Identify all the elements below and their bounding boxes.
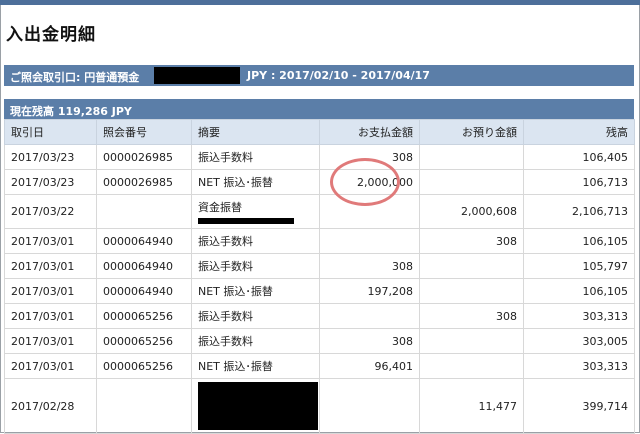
cell-desc: 振込手数料: [191, 228, 320, 254]
cell-balance: 106,713: [523, 169, 635, 195]
table-row: 2017/03/22 資金振替 2,000,608 2,106,713: [4, 194, 635, 229]
table-row: 2017/02/28 11,477 399,714: [4, 378, 635, 434]
cell-date: 2017/03/01: [4, 228, 97, 254]
cell-balance: 106,405: [523, 144, 635, 170]
cell-date: 2017/03/01: [4, 278, 97, 304]
table-row: 2017/03/01 0000064940 振込手数料 308 106,105: [4, 228, 635, 254]
cell-deposit: 308: [419, 228, 524, 254]
cell-deposit: [419, 278, 524, 304]
cell-ref: 0000065256: [96, 303, 192, 329]
cell-ref: 0000064940: [96, 278, 192, 304]
table-row: 2017/03/01 0000065256 NET 振込･振替 96,401 3…: [4, 353, 635, 379]
cell-balance: 106,105: [523, 228, 635, 254]
table-row: 2017/03/01 0000064940 NET 振込･振替 197,208 …: [4, 278, 635, 304]
cell-date: 2017/03/23: [4, 169, 97, 195]
page-title: 入出金明細: [6, 25, 96, 45]
cell-ref: 0000026985: [96, 169, 192, 195]
annotation-circle: [330, 158, 400, 206]
cell-desc: 資金振替: [191, 194, 320, 229]
cell-payment: 308: [319, 328, 420, 354]
cell-ref: 0000064940: [96, 253, 192, 279]
balance-bar: 現在残高 119,286 JPY: [4, 99, 634, 119]
redacted-description: [198, 382, 318, 430]
col-header-ref: 照会番号: [96, 119, 192, 145]
cell-ref: 0000065256: [96, 353, 192, 379]
col-header-payment: お支払金額: [319, 119, 420, 145]
col-header-date: 取引日: [4, 119, 97, 145]
cell-deposit: 2,000,608: [419, 194, 524, 229]
period-label: JPY : 2017/02/10 - 2017/04/17: [247, 69, 430, 82]
cell-ref: 0000026985: [96, 144, 192, 170]
col-header-balance: 残高: [523, 119, 635, 145]
cell-date: 2017/02/28: [4, 378, 97, 434]
account-bar: ご照会取引口: 円普通預金 JPY : 2017/02/10 - 2017/04…: [4, 65, 634, 86]
cell-date: 2017/03/01: [4, 353, 97, 379]
redacted-counterparty: [198, 218, 294, 224]
account-label: ご照会取引口: 円普通預金: [10, 71, 140, 84]
cell-balance: 106,105: [523, 278, 635, 304]
cell-balance: 2,106,713: [523, 194, 635, 229]
cell-desc: [191, 378, 320, 434]
cell-desc: 振込手数料: [191, 144, 320, 170]
transactions-table: 取引日 照会番号 摘要 お支払金額 お預り金額 残高 2017/03/23 00…: [4, 119, 635, 434]
table-row: 2017/03/01 0000065256 振込手数料 308 303,005: [4, 328, 635, 354]
cell-deposit: 308: [419, 303, 524, 329]
cell-desc: 振込手数料: [191, 303, 320, 329]
cell-date: 2017/03/23: [4, 144, 97, 170]
cell-deposit: [419, 253, 524, 279]
cell-desc: NET 振込･振替: [191, 353, 320, 379]
table-row: 2017/03/01 0000065256 振込手数料 308 303,313: [4, 303, 635, 329]
cell-date: 2017/03/22: [4, 194, 97, 229]
cell-date: 2017/03/01: [4, 253, 97, 279]
table-row: 2017/03/23 0000026985 振込手数料 308 106,405: [4, 144, 635, 170]
cell-payment: 197,208: [319, 278, 420, 304]
redacted-account-number: [154, 67, 240, 84]
cell-balance: 399,714: [523, 378, 635, 434]
table-header-row: 取引日 照会番号 摘要 お支払金額 お預り金額 残高: [4, 119, 635, 145]
cell-balance: 303,005: [523, 328, 635, 354]
current-balance: 現在残高 119,286 JPY: [10, 105, 132, 118]
cell-desc: NET 振込･振替: [191, 169, 320, 195]
cell-deposit: [419, 353, 524, 379]
col-header-desc: 摘要: [191, 119, 320, 145]
cell-ref: [96, 194, 192, 229]
cell-date: 2017/03/01: [4, 328, 97, 354]
cell-desc-text: 資金振替: [198, 201, 242, 214]
cell-payment: 308: [319, 253, 420, 279]
cell-deposit: [419, 144, 524, 170]
cell-ref: 0000064940: [96, 228, 192, 254]
cell-ref: 0000065256: [96, 328, 192, 354]
cell-payment: 96,401: [319, 353, 420, 379]
cell-balance: 303,313: [523, 353, 635, 379]
cell-payment: [319, 378, 420, 434]
cell-payment: [319, 228, 420, 254]
cell-payment: [319, 303, 420, 329]
cell-balance: 105,797: [523, 253, 635, 279]
cell-date: 2017/03/01: [4, 303, 97, 329]
cell-deposit: 11,477: [419, 378, 524, 434]
cell-ref: [96, 378, 192, 434]
table-row: 2017/03/23 0000026985 NET 振込･振替 2,000,00…: [4, 169, 635, 195]
table-row: 2017/03/01 0000064940 振込手数料 308 105,797: [4, 253, 635, 279]
cell-desc: 振込手数料: [191, 328, 320, 354]
top-accent-line: [0, 0, 640, 5]
cell-deposit: [419, 328, 524, 354]
col-header-deposit: お預り金額: [419, 119, 524, 145]
cell-deposit: [419, 169, 524, 195]
cell-desc: 振込手数料: [191, 253, 320, 279]
cell-balance: 303,313: [523, 303, 635, 329]
cell-desc: NET 振込･振替: [191, 278, 320, 304]
